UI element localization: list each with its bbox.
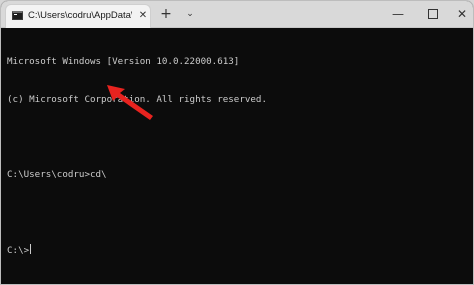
red-arrow-icon [107,85,153,120]
console-line-version: Microsoft Windows [Version 10.0.22000.61… [7,56,240,67]
terminal-tab[interactable]: C:\Users\codru\AppData\Roa ✕ [5,4,151,28]
console-line-blank-1 [7,131,467,144]
minimize-button[interactable]: — [386,5,410,23]
dropdown-chevron-icon[interactable]: ⌄ [183,5,197,23]
title-bar: C:\Users\codru\AppData\Roa ✕ + ⌄ — ✕ [1,1,473,28]
terminal-window: C:\Users\codru\AppData\Roa ✕ + ⌄ — ✕ Mic… [0,0,474,285]
command-prompt-icon [12,11,23,20]
new-tab-button[interactable]: + [158,5,174,23]
maximize-button[interactable] [421,5,445,23]
maximize-icon [428,8,438,19]
close-window-button[interactable]: ✕ [452,5,472,23]
console-line-blank-2 [7,206,467,219]
console-line-prompt: C:\> [7,243,467,257]
console-output[interactable]: Microsoft Windows [Version 10.0.22000.61… [7,31,467,271]
console-line-copyright: (c) Microsoft Corporation. All rights re… [7,93,267,105]
console-line-cd-command: C:\Users\codru>cd\ [7,168,107,180]
tab-title: C:\Users\codru\AppData\Roa [28,10,132,21]
prompt-text: C:\> [7,244,30,256]
tab-close-icon[interactable]: ✕ [137,9,149,23]
text-cursor [30,243,32,254]
